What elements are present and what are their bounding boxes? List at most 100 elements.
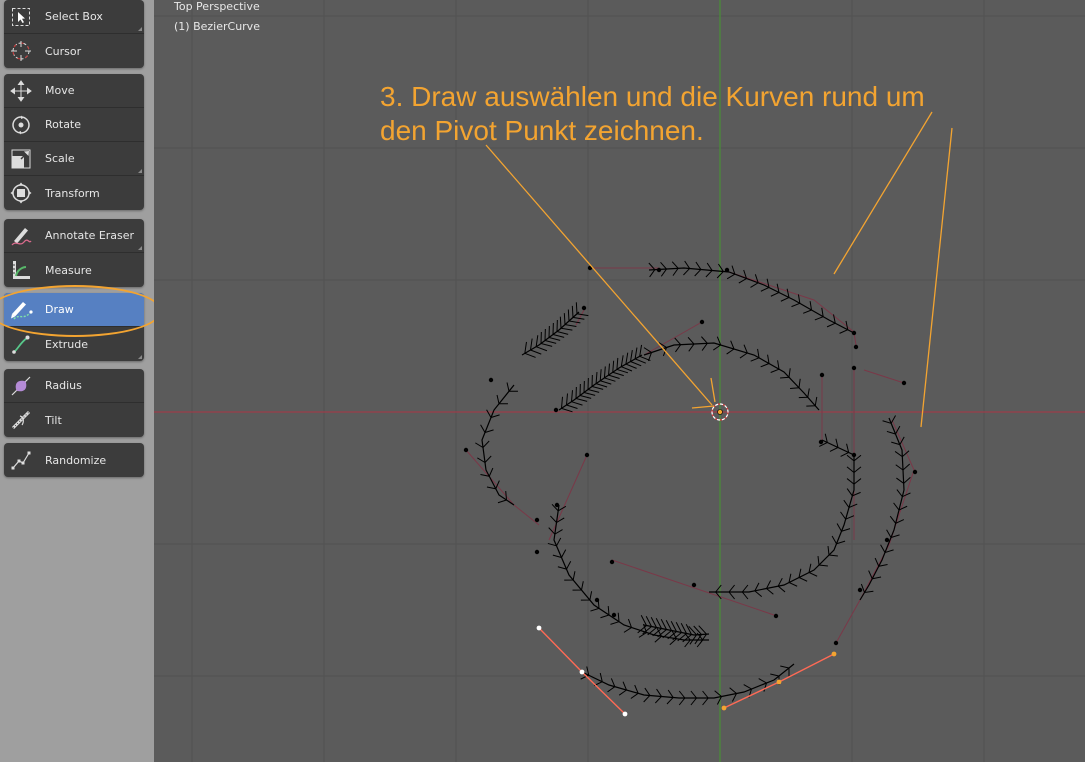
tool-shelf: Select Box Cursor Move Rotate Scale Tran… bbox=[0, 0, 162, 762]
bezier-handle bbox=[643, 321, 703, 356]
control-point[interactable] bbox=[857, 587, 863, 593]
variant-indicator bbox=[138, 169, 142, 173]
3d-viewport[interactable]: Top Perspective (1) BezierCurve 3. Draw … bbox=[154, 0, 1085, 762]
view-name-label: Top Perspective bbox=[174, 0, 260, 13]
curve-tilt-ticks bbox=[560, 344, 651, 413]
tool-label: Scale bbox=[45, 152, 75, 165]
selected-control-point[interactable] bbox=[776, 679, 782, 685]
control-point[interactable] bbox=[853, 344, 859, 350]
tutorial-annotation: 3. Draw auswählen und die Kurven rund um… bbox=[380, 80, 1040, 148]
tool-label: Move bbox=[45, 84, 75, 97]
tool-tilt[interactable]: Tilt bbox=[4, 403, 144, 437]
tool-label: Extrude bbox=[45, 337, 89, 351]
move-icon bbox=[4, 74, 38, 108]
control-point[interactable] bbox=[553, 407, 559, 413]
tool-move[interactable]: Move bbox=[4, 74, 144, 108]
tool-annotate-eraser[interactable]: Annotate Eraser bbox=[4, 219, 144, 253]
tool-group-transform: Move Rotate Scale Transform bbox=[4, 74, 144, 210]
cursor-icon bbox=[4, 34, 38, 68]
selected-control-point[interactable] bbox=[622, 711, 628, 717]
control-point[interactable] bbox=[833, 640, 839, 646]
selected-control-point[interactable] bbox=[536, 625, 542, 631]
selected-control-point[interactable] bbox=[831, 651, 837, 657]
extrude-icon bbox=[4, 327, 38, 361]
tool-label: Rotate bbox=[45, 118, 82, 131]
tool-label: Transform bbox=[45, 186, 100, 200]
annotate-eraser-icon bbox=[4, 219, 38, 253]
control-point[interactable] bbox=[818, 439, 824, 445]
control-point[interactable] bbox=[463, 447, 469, 453]
variant-indicator bbox=[138, 355, 142, 359]
tool-group-randomize: Randomize bbox=[4, 443, 144, 477]
tool-measure[interactable]: Measure bbox=[4, 253, 144, 287]
tool-label: Cursor bbox=[45, 44, 82, 58]
tool-radius[interactable]: Radius bbox=[4, 369, 144, 403]
control-point[interactable] bbox=[912, 469, 918, 475]
tool-label: Randomize bbox=[45, 453, 107, 467]
tool-select-box[interactable]: Select Box bbox=[4, 0, 144, 34]
control-points bbox=[463, 265, 918, 646]
curve-spline[interactable] bbox=[709, 439, 855, 593]
randomize-icon bbox=[4, 443, 38, 477]
tool-randomize[interactable]: Randomize bbox=[4, 443, 144, 477]
control-point[interactable] bbox=[724, 267, 730, 273]
bezier-handle bbox=[863, 369, 905, 384]
tool-label: Annotate Eraser bbox=[45, 229, 135, 242]
tool-group-select: Select Box Cursor bbox=[4, 0, 144, 68]
tool-rotate[interactable]: Rotate bbox=[4, 108, 144, 142]
selected-control-point[interactable] bbox=[579, 669, 585, 675]
tool-label: Measure bbox=[45, 263, 92, 277]
control-point[interactable] bbox=[851, 365, 857, 371]
annotation-line-1: 3. Draw auswählen und die Kurven rund um bbox=[380, 81, 925, 112]
control-point[interactable] bbox=[534, 549, 540, 555]
bezier-handle bbox=[835, 599, 861, 644]
control-point[interactable] bbox=[851, 330, 857, 336]
bezier-handle bbox=[548, 454, 588, 541]
radius-icon bbox=[4, 369, 38, 403]
tool-label: Draw bbox=[45, 303, 74, 316]
transform-icon bbox=[4, 176, 38, 210]
select-box-icon bbox=[4, 0, 38, 34]
annotation-line-2: den Pivot Punkt zeichnen. bbox=[380, 115, 704, 146]
rotate-icon bbox=[4, 108, 38, 142]
selected-control-point[interactable] bbox=[721, 705, 727, 711]
tool-transform[interactable]: Transform bbox=[4, 176, 144, 210]
control-point[interactable] bbox=[554, 502, 560, 508]
control-point[interactable] bbox=[884, 537, 890, 543]
control-point[interactable] bbox=[901, 380, 907, 386]
curve-spline[interactable] bbox=[648, 267, 855, 334]
control-point[interactable] bbox=[691, 582, 697, 588]
control-point[interactable] bbox=[594, 597, 600, 603]
control-point[interactable] bbox=[656, 267, 662, 273]
curve-tilt-ticks bbox=[524, 302, 589, 358]
tool-cursor[interactable]: Cursor bbox=[4, 34, 144, 68]
control-point[interactable] bbox=[581, 305, 587, 311]
control-point[interactable] bbox=[819, 372, 825, 378]
tool-label: Radius bbox=[45, 379, 82, 392]
bezier-handle bbox=[859, 419, 915, 601]
tilt-icon bbox=[4, 403, 38, 437]
tool-scale[interactable]: Scale bbox=[4, 142, 144, 176]
control-point[interactable] bbox=[773, 613, 779, 619]
control-point[interactable] bbox=[851, 452, 857, 458]
curve-spline[interactable] bbox=[859, 417, 905, 601]
draw-icon bbox=[4, 293, 38, 327]
control-point[interactable] bbox=[611, 612, 617, 618]
curve-spline[interactable] bbox=[643, 342, 820, 411]
bezier-handle bbox=[465, 449, 540, 526]
curve-tilt-ticks bbox=[643, 336, 818, 407]
curve-spline[interactable] bbox=[553, 504, 709, 641]
control-point[interactable] bbox=[609, 559, 615, 565]
control-point[interactable] bbox=[534, 517, 540, 523]
tool-label: Tilt bbox=[45, 413, 62, 427]
bezier-handle bbox=[611, 559, 775, 616]
control-point[interactable] bbox=[584, 452, 590, 458]
curve-tilt-ticks bbox=[648, 260, 849, 334]
tool-extrude[interactable]: Extrude bbox=[4, 327, 144, 361]
tool-group-annotate: Annotate Eraser Measure bbox=[4, 219, 144, 287]
curve-tilt-ticks bbox=[715, 433, 862, 600]
annotation-pointer-lines bbox=[485, 111, 953, 428]
control-point[interactable] bbox=[699, 319, 705, 325]
control-point[interactable] bbox=[488, 377, 494, 383]
tool-draw[interactable]: Draw bbox=[4, 293, 144, 327]
